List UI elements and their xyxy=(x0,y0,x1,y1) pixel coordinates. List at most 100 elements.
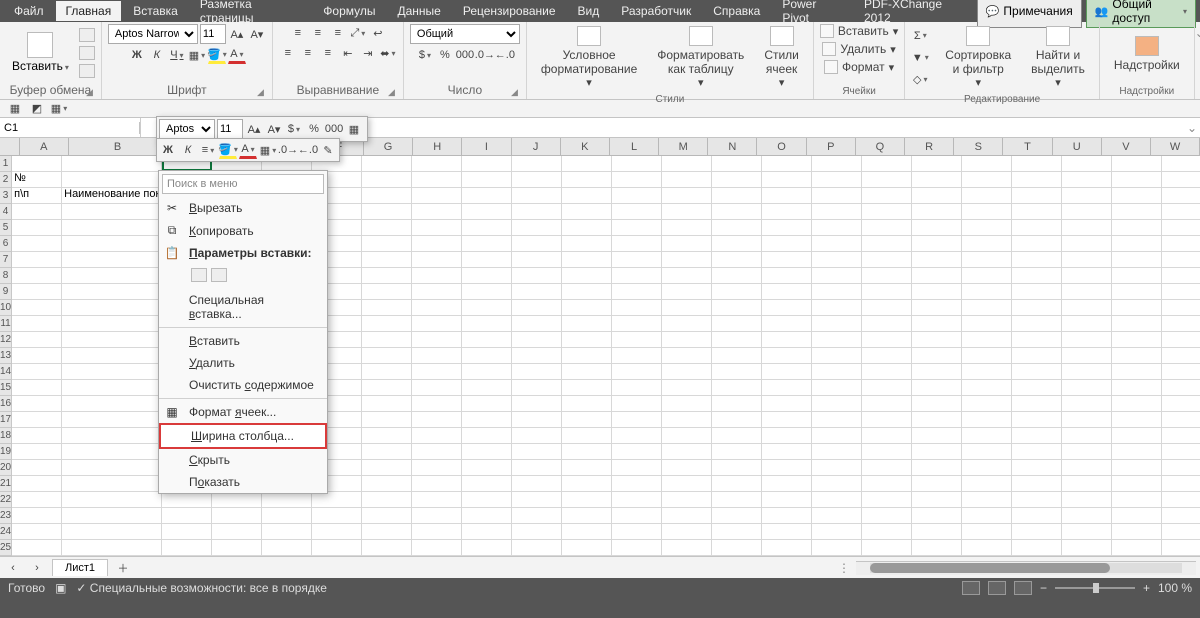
cell[interactable] xyxy=(862,524,912,539)
column-header[interactable]: H xyxy=(413,138,462,155)
cell[interactable] xyxy=(1112,204,1162,219)
cell[interactable] xyxy=(1012,204,1062,219)
cell[interactable] xyxy=(812,364,862,379)
cell[interactable] xyxy=(562,380,612,395)
cell[interactable] xyxy=(362,204,412,219)
cell[interactable] xyxy=(62,284,162,299)
cell[interactable] xyxy=(1062,348,1112,363)
cell[interactable] xyxy=(12,428,62,443)
cell[interactable] xyxy=(862,364,912,379)
cell[interactable] xyxy=(862,204,912,219)
mini-format-icon[interactable]: ▦ xyxy=(345,120,363,138)
cell[interactable] xyxy=(12,476,62,491)
cell[interactable] xyxy=(562,300,612,315)
ribbon-tab[interactable]: Файл xyxy=(4,1,54,21)
cell[interactable] xyxy=(412,236,462,251)
cell[interactable] xyxy=(612,300,662,315)
cell[interactable] xyxy=(1112,316,1162,331)
cell[interactable] xyxy=(62,172,162,187)
paste-button[interactable]: Вставить xyxy=(6,32,75,73)
cell[interactable] xyxy=(1012,332,1062,347)
cell[interactable] xyxy=(1112,188,1162,203)
cell[interactable] xyxy=(662,524,712,539)
cell[interactable] xyxy=(1012,396,1062,411)
format-painter-icon[interactable] xyxy=(79,64,95,78)
cell[interactable] xyxy=(62,396,162,411)
cell[interactable] xyxy=(762,188,812,203)
cell[interactable] xyxy=(1062,300,1112,315)
qat-icon[interactable]: ◩ xyxy=(28,100,46,118)
column-header[interactable]: Q xyxy=(856,138,905,155)
cell[interactable] xyxy=(512,396,562,411)
column-header[interactable]: T xyxy=(1003,138,1052,155)
cell[interactable] xyxy=(1162,316,1200,331)
borders-button[interactable]: ▦ xyxy=(188,46,206,64)
cell[interactable] xyxy=(912,428,962,443)
cell[interactable] xyxy=(62,204,162,219)
find-select-button[interactable]: Найти и выделить ▾ xyxy=(1023,24,1093,92)
cell[interactable] xyxy=(1012,380,1062,395)
cell[interactable] xyxy=(1112,396,1162,411)
cell[interactable] xyxy=(362,412,412,427)
cell[interactable] xyxy=(12,348,62,363)
cell[interactable] xyxy=(512,300,562,315)
column-header[interactable]: A xyxy=(20,138,69,155)
cell[interactable] xyxy=(512,508,562,523)
cell[interactable] xyxy=(812,492,862,507)
cell[interactable] xyxy=(462,332,512,347)
cell[interactable] xyxy=(512,284,562,299)
cell[interactable] xyxy=(812,268,862,283)
mini-size-input[interactable] xyxy=(217,119,243,139)
cell[interactable] xyxy=(12,364,62,379)
cell[interactable] xyxy=(362,332,412,347)
cell[interactable] xyxy=(412,332,462,347)
cell[interactable] xyxy=(512,172,562,187)
mini-align[interactable]: ≡ xyxy=(199,141,217,159)
cell[interactable] xyxy=(1062,508,1112,523)
cell[interactable] xyxy=(662,172,712,187)
ribbon-tab[interactable]: Главная xyxy=(56,1,122,21)
sheet-next-icon[interactable]: › xyxy=(28,559,46,577)
cell[interactable] xyxy=(612,348,662,363)
cell[interactable] xyxy=(762,540,812,555)
menu-item-insert[interactable]: Вставить xyxy=(159,330,327,352)
cell[interactable] xyxy=(1062,252,1112,267)
cell[interactable] xyxy=(412,364,462,379)
cell[interactable] xyxy=(1162,348,1200,363)
font-size-input[interactable] xyxy=(200,24,226,44)
cell[interactable] xyxy=(862,540,912,555)
cell[interactable] xyxy=(12,508,62,523)
dialog-launcher-icon[interactable]: ◢ xyxy=(257,87,264,98)
cell[interactable] xyxy=(1062,396,1112,411)
cell[interactable] xyxy=(862,508,912,523)
cell[interactable] xyxy=(62,348,162,363)
cell[interactable] xyxy=(1062,412,1112,427)
cell[interactable] xyxy=(1112,156,1162,171)
cell[interactable] xyxy=(562,476,612,491)
cell[interactable] xyxy=(1162,428,1200,443)
cell[interactable] xyxy=(762,236,812,251)
cell[interactable] xyxy=(562,428,612,443)
column-header[interactable]: I xyxy=(462,138,511,155)
select-all-corner[interactable] xyxy=(0,138,20,155)
zoom-out-icon[interactable]: − xyxy=(1040,581,1047,595)
cell[interactable] xyxy=(762,172,812,187)
cell[interactable] xyxy=(562,364,612,379)
cell[interactable] xyxy=(962,300,1012,315)
row-header[interactable]: 13 xyxy=(0,348,11,364)
cell[interactable] xyxy=(662,316,712,331)
row-header[interactable]: 17 xyxy=(0,412,11,428)
fill-color-button[interactable]: 🪣 xyxy=(208,46,226,64)
menu-item-delete[interactable]: Удалить xyxy=(159,352,327,374)
cell[interactable] xyxy=(612,332,662,347)
cell[interactable] xyxy=(462,252,512,267)
cell[interactable] xyxy=(1162,284,1200,299)
cell[interactable] xyxy=(712,220,762,235)
cell[interactable] xyxy=(862,284,912,299)
cell[interactable] xyxy=(1162,540,1200,555)
cell[interactable] xyxy=(462,284,512,299)
cell[interactable] xyxy=(662,364,712,379)
cell[interactable] xyxy=(762,508,812,523)
cell[interactable] xyxy=(362,268,412,283)
column-header[interactable]: N xyxy=(708,138,757,155)
